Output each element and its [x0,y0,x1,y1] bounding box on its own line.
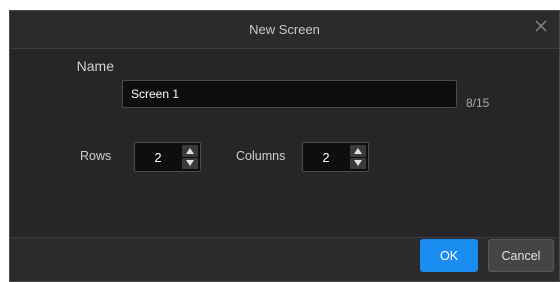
name-input[interactable] [122,80,457,108]
rows-increment-button[interactable] [182,145,198,157]
caret-up-icon [186,147,194,154]
name-label: Name [76,58,114,74]
columns-increment-button[interactable] [350,145,366,157]
rows-stepper-arrows [182,145,198,169]
columns-decrement-button[interactable] [350,157,366,169]
caret-down-icon [354,160,362,167]
columns-stepper[interactable] [302,142,369,172]
rows-input[interactable] [135,143,181,171]
cancel-button[interactable]: Cancel [488,239,554,272]
rows-decrement-button[interactable] [182,157,198,169]
name-char-counter: 8/15 [466,96,490,110]
caret-down-icon [186,160,194,167]
columns-input[interactable] [303,143,349,171]
ok-button[interactable]: OK [420,239,478,272]
dialog-titlebar: New Screen [10,11,559,49]
columns-label: Columns [236,149,286,163]
dialog-title: New Screen [249,22,320,37]
columns-stepper-arrows [350,145,366,169]
caret-up-icon [354,147,362,154]
dialog-body [10,49,559,238]
rows-stepper[interactable] [134,142,201,172]
close-icon[interactable] [533,18,549,34]
rows-label: Rows [80,149,112,163]
